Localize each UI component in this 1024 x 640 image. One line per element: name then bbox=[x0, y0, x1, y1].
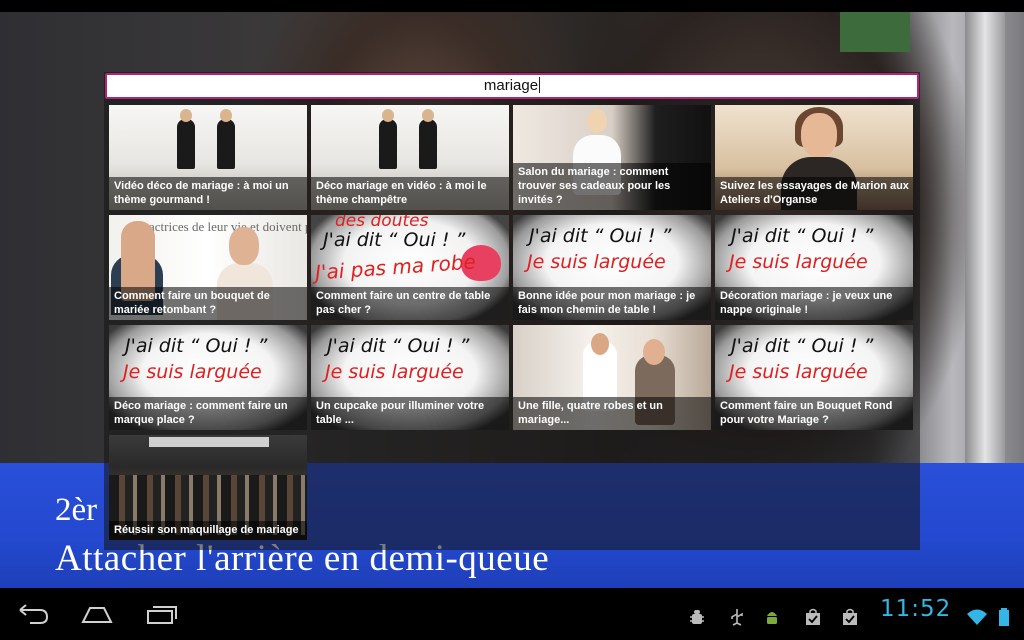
video-result-tile[interactable]: J'ai dit “ Oui ! ” Je suis larguée Un cupc… bbox=[311, 325, 509, 430]
thumbnail-text: J'ai dit “ Oui ! ” bbox=[327, 335, 470, 357]
video-title: Réussir son maquillage de mariage bbox=[109, 521, 307, 540]
thumbnail-person bbox=[801, 113, 837, 157]
video-title: Vidéo déco de mariage : à moi un thème g… bbox=[109, 177, 307, 210]
video-title: Une fille, quatre robes et un mariage... bbox=[513, 397, 711, 430]
search-results-grid: Vidéo déco de mariage : à moi un thème g… bbox=[109, 105, 913, 540]
video-title: Bonne idée pour mon mariage : je fais mo… bbox=[513, 287, 711, 320]
video-title: Comment faire un centre de table pas che… bbox=[311, 287, 509, 320]
video-result-tile[interactable]: Suivez les essayages de Marion aux Ateli… bbox=[715, 105, 913, 210]
home-icon[interactable] bbox=[80, 602, 114, 626]
thumbnail-text: Je suis larguée bbox=[123, 361, 262, 383]
thumbnail-person bbox=[591, 333, 609, 355]
video-result-tile[interactable]: Une fille, quatre robes et un mariage... bbox=[513, 325, 711, 430]
thumbnail-text: J'ai dit “ Oui ! ” bbox=[731, 225, 874, 247]
android-debug-icon bbox=[690, 610, 704, 624]
thumbnail-person bbox=[382, 109, 394, 122]
thumbnail-person bbox=[220, 109, 232, 122]
thumbnail-text: Je suis larguée bbox=[325, 361, 464, 383]
video-title: Décoration mariage : je veux une nappe o… bbox=[715, 287, 913, 320]
video-result-tile[interactable]: Réussir son maquillage de mariage bbox=[109, 435, 307, 540]
thumbnail-person bbox=[229, 227, 259, 265]
thumbnail-person bbox=[587, 109, 607, 133]
wifi-icon bbox=[967, 609, 987, 625]
video-title: Déco mariage en vidéo : à moi le thème c… bbox=[311, 177, 509, 210]
thumbnail-person bbox=[217, 119, 235, 169]
video-background-detail bbox=[840, 12, 910, 52]
shopping-bag-icon bbox=[806, 608, 820, 625]
back-icon[interactable] bbox=[16, 602, 50, 626]
thumbnail-person bbox=[379, 119, 397, 169]
video-result-tile[interactable]: actrices de leur vie et doivent prendre … bbox=[109, 215, 307, 320]
video-result-tile[interactable]: J'ai dit “ Oui ! ” Je suis larguée Déco ma… bbox=[109, 325, 307, 430]
video-title: Un cupcake pour illuminer votre table ..… bbox=[311, 397, 509, 430]
thumbnail-text: J'ai dit “ Oui ! ” bbox=[125, 335, 268, 357]
shopping-bag-icon bbox=[843, 608, 857, 625]
video-result-tile[interactable]: J'ai dit “ Oui ! ” Je suis larguée Bonne i… bbox=[513, 215, 711, 320]
video-title: Salon du mariage : comment trouver ses c… bbox=[513, 163, 711, 210]
system-bar: 11:52 bbox=[0, 588, 1024, 640]
search-input[interactable]: mariage bbox=[105, 73, 919, 99]
video-result-tile[interactable]: J'ai dit “ Oui ! ” Je suis larguée Décorat… bbox=[715, 215, 913, 320]
video-title: Déco mariage : comment faire un marque p… bbox=[109, 397, 307, 430]
video-result-tile[interactable]: Vidéo déco de mariage : à moi un thème g… bbox=[109, 105, 307, 210]
thumbnail-person bbox=[422, 109, 434, 122]
thumbnail-text: J'ai dit “ Oui ! ” bbox=[731, 335, 874, 357]
thumbnail-text: J'ai dit “ Oui ! ” bbox=[529, 225, 672, 247]
video-title: Suivez les essayages de Marion aux Ateli… bbox=[715, 177, 913, 210]
thumbnail-text: Je suis larguée bbox=[729, 251, 868, 273]
thumbnail-person bbox=[177, 119, 195, 169]
thumbnail-text: Je suis larguée bbox=[527, 251, 666, 273]
thumbnail-text: J'ai dit “ Oui ! ” bbox=[323, 229, 466, 251]
battery-icon bbox=[999, 608, 1009, 626]
android-icon bbox=[767, 612, 777, 624]
video-subtitle: 2èr bbox=[55, 492, 98, 528]
thumbnail-person bbox=[643, 339, 665, 365]
thumbnail-person bbox=[180, 109, 192, 122]
video-result-tile[interactable]: Salon du mariage : comment trouver ses c… bbox=[513, 105, 711, 210]
thumbnail-text: actrices de leur vie et doivent prendre … bbox=[149, 219, 307, 234]
thumbnail-text: J'ai pas ma robe bbox=[314, 249, 477, 285]
thumbnail-text: Je suis larguée bbox=[729, 361, 868, 383]
video-background-detail bbox=[965, 12, 1005, 472]
status-clock: 11:52 bbox=[880, 596, 952, 622]
video-result-tile[interactable]: des doutes J'ai dit “ Oui ! ” J'ai pas ma … bbox=[311, 215, 509, 320]
thumbnail-person bbox=[419, 119, 437, 169]
search-input-value: mariage bbox=[483, 77, 539, 94]
video-title: Comment faire un Bouquet Rond pour votre… bbox=[715, 397, 913, 430]
video-title: Comment faire un bouquet de mariée retom… bbox=[109, 287, 307, 320]
video-result-tile[interactable]: J'ai dit “ Oui ! ” Je suis larguée Comment… bbox=[715, 325, 913, 430]
usb-icon bbox=[731, 609, 743, 626]
video-result-tile[interactable]: Déco mariage en vidéo : à moi le thème c… bbox=[311, 105, 509, 210]
recent-apps-icon[interactable] bbox=[145, 602, 179, 626]
thumbnail-sign bbox=[149, 437, 269, 447]
